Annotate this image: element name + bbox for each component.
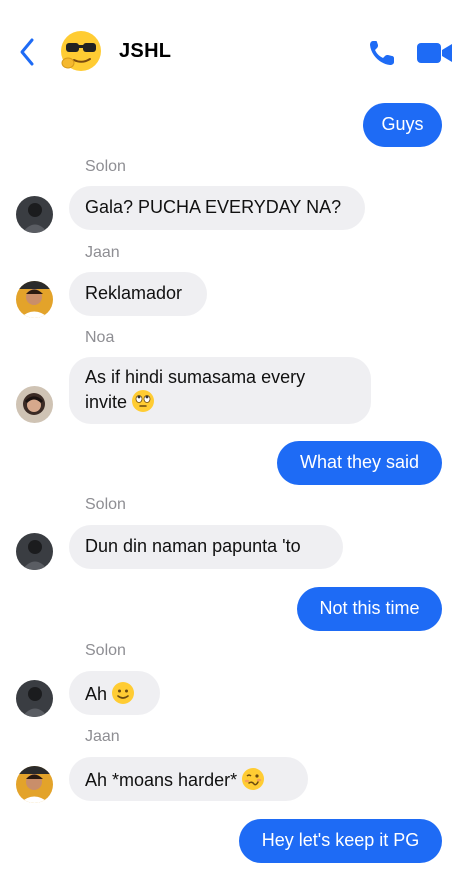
group-avatar-emoji-icon[interactable] [60, 30, 102, 72]
back-chevron-icon[interactable] [14, 36, 42, 68]
chat-header: JSHL [0, 0, 474, 100]
outgoing-message[interactable]: Not this time [297, 587, 442, 631]
incoming-message[interactable]: Gala? PUCHA EVERYDAY NA? [69, 186, 365, 230]
message-text: Ah *moans harder* [85, 770, 238, 790]
sender-avatar-solon[interactable] [16, 680, 53, 717]
sender-name: Jaan [85, 244, 120, 261]
sender-avatar-noa[interactable] [16, 386, 53, 423]
message-text-line-1: As if hindi sumasama every [85, 367, 306, 387]
message-text: Gala? PUCHA EVERYDAY NA? [85, 197, 342, 217]
message-text-line-2: invite [85, 389, 355, 414]
video-camera-icon[interactable] [416, 40, 454, 66]
incoming-message[interactable]: As if hindi sumasama every invite [69, 357, 371, 424]
outgoing-message[interactable]: Guys [363, 103, 442, 147]
incoming-message[interactable]: Ah [69, 671, 160, 715]
outgoing-message[interactable]: What they said [277, 441, 442, 485]
sender-avatar-solon[interactable] [16, 533, 53, 570]
message-text: Hey let's keep it PG [261, 830, 420, 850]
sender-name: Noa [85, 329, 115, 346]
slight-smile-emoji-icon [112, 682, 135, 704]
sender-avatar-solon[interactable] [16, 196, 53, 233]
incoming-message[interactable]: Ah *moans harder* [69, 757, 308, 801]
phone-icon[interactable] [367, 38, 397, 68]
sender-avatar-jaan[interactable] [16, 766, 53, 803]
sender-name: Jaan [85, 728, 120, 745]
sender-avatar-jaan[interactable] [16, 281, 53, 318]
message-text: What they said [299, 452, 420, 472]
eye-roll-emoji-icon [132, 390, 155, 412]
sender-name: Solon [85, 642, 126, 659]
message-text: Dun din naman papunta 'to [85, 536, 301, 556]
woozy-face-emoji-icon [242, 768, 265, 790]
incoming-message[interactable]: Reklamador [69, 272, 207, 316]
sender-name: Solon [85, 496, 126, 513]
sender-name: Solon [85, 158, 126, 175]
message-text: Guys [381, 114, 424, 134]
message-text: Ah [85, 684, 108, 704]
incoming-message[interactable]: Dun din naman papunta 'to [69, 525, 343, 569]
message-text: Reklamador [85, 283, 183, 303]
message-text: Not this time [319, 598, 420, 618]
chat-title[interactable]: JSHL [119, 40, 171, 63]
outgoing-message[interactable]: Hey let's keep it PG [239, 819, 442, 863]
message-text: invite [85, 392, 128, 412]
